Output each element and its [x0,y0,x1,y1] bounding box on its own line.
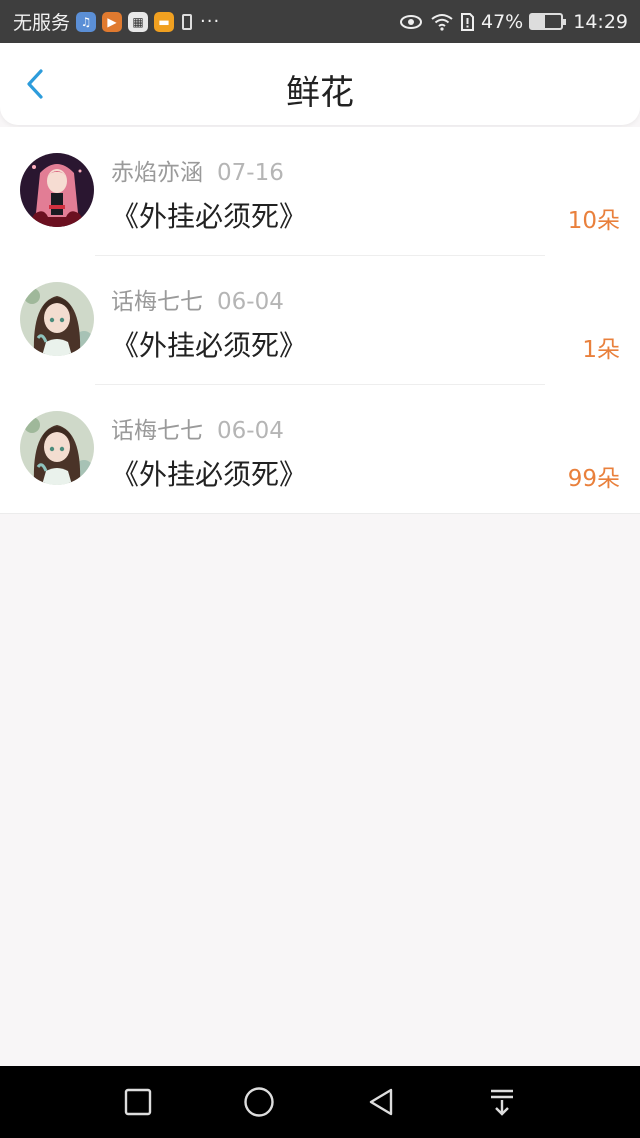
wifi-icon [430,13,454,31]
more-notifications-icon: ··· [200,11,221,32]
alipay-app-icon: ▬ [154,11,175,32]
flower-count: 99朵 [567,466,620,492]
list-item[interactable]: 赤焰亦涵 07-16 《外挂必须死》 10朵 [0,127,640,256]
triangle-back-icon [369,1088,392,1116]
video-app-icon: ▶ [102,11,123,32]
music-app-icon: ♫ [76,11,97,32]
book-title[interactable]: 《外挂必须死》 [111,324,307,364]
back-nav-button[interactable] [356,1077,406,1127]
eye-icon [399,14,423,30]
sim-icon [461,12,474,31]
status-bar: 无服务 ♫ ▶ ▦ ▬ ··· 47% 14:29 [0,0,640,43]
status-left: 无服务 ♫ ▶ ▦ ▬ ··· [13,8,220,35]
user-name[interactable]: 赤焰亦涵 [111,160,203,186]
book-title[interactable]: 《外挂必须死》 [111,195,307,235]
page-title: 鲜花 [286,73,354,113]
item-date: 06-04 [217,418,284,444]
square-icon [124,1088,151,1116]
carrier-text: 无服务 [13,12,71,34]
battery-percent: 47% [481,10,524,33]
status-right: 47% 14:29 [399,11,628,33]
avatar[interactable] [20,153,94,227]
flower-count: 1朵 [582,337,620,363]
system-nav-bar [0,1066,640,1138]
notification-down-icon [491,1089,514,1116]
avatar[interactable] [20,411,94,485]
divider [0,513,640,514]
battery-fill [531,15,546,28]
list-item[interactable]: 话梅七七 06-04 《外挂必须死》 99朵 [0,385,640,514]
user-name[interactable]: 话梅七七 [111,289,203,315]
battery-icon [529,13,567,30]
circle-icon [244,1087,274,1117]
item-meta: 话梅七七 06-04 [111,411,284,445]
notification-pull-button[interactable] [477,1077,527,1127]
item-date: 07-16 [217,160,284,186]
avatar[interactable] [20,282,94,356]
item-meta: 赤焰亦涵 07-16 [111,153,284,187]
recents-button[interactable] [113,1077,163,1127]
book-title[interactable]: 《外挂必须死》 [111,453,307,493]
flower-list: 赤焰亦涵 07-16 《外挂必须死》 10朵 话梅七七 06-04 《外挂必须死》 [0,127,640,514]
calendar-app-icon: ▦ [128,11,149,32]
item-meta: 话梅七七 06-04 [111,282,284,316]
header: 鲜花 [0,43,640,125]
home-button[interactable] [234,1077,284,1127]
list-item[interactable]: 话梅七七 06-04 《外挂必须死》 1朵 [0,256,640,385]
battery-saver-icon [182,13,193,30]
clock: 14:29 [573,10,628,33]
user-name[interactable]: 话梅七七 [111,418,203,444]
item-date: 06-04 [217,289,284,315]
flower-count: 10朵 [567,208,620,234]
